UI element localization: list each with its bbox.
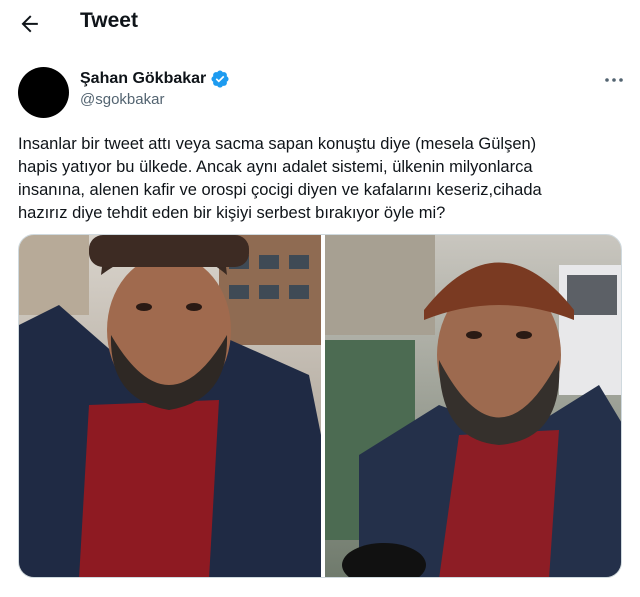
arrow-left-icon[interactable] xyxy=(16,10,44,38)
media-photos xyxy=(19,235,621,577)
verified-badge-icon xyxy=(211,70,229,88)
more-horizontal-icon[interactable] xyxy=(602,68,626,92)
page-title: Tweet xyxy=(80,9,138,32)
photo-right xyxy=(325,235,621,577)
tweet-line: Insanlar bir tweet attı veya sacma sapan… xyxy=(18,135,537,153)
tweet-line: hapis yatıyor bu ülkede. Ancak aynı adal… xyxy=(18,158,533,176)
avatar[interactable] xyxy=(18,67,69,118)
tweet-media[interactable] xyxy=(18,234,622,578)
tweet-header: Tweet xyxy=(0,0,640,48)
author-name[interactable]: Şahan Gökbakar xyxy=(80,70,206,88)
tweet-line: hazırız diye tehdit eden bir kişiyi serb… xyxy=(18,204,446,222)
tweet-text: Insanlar bir tweet attı veya sacma sapan… xyxy=(18,133,623,225)
photo-left xyxy=(19,235,321,577)
author-handle[interactable]: @sgokbakar xyxy=(80,91,164,108)
tweet-line: insanına, alenen kafir ve orospi çocigi … xyxy=(18,181,542,199)
author-name-row: Şahan Gökbakar xyxy=(80,68,230,90)
